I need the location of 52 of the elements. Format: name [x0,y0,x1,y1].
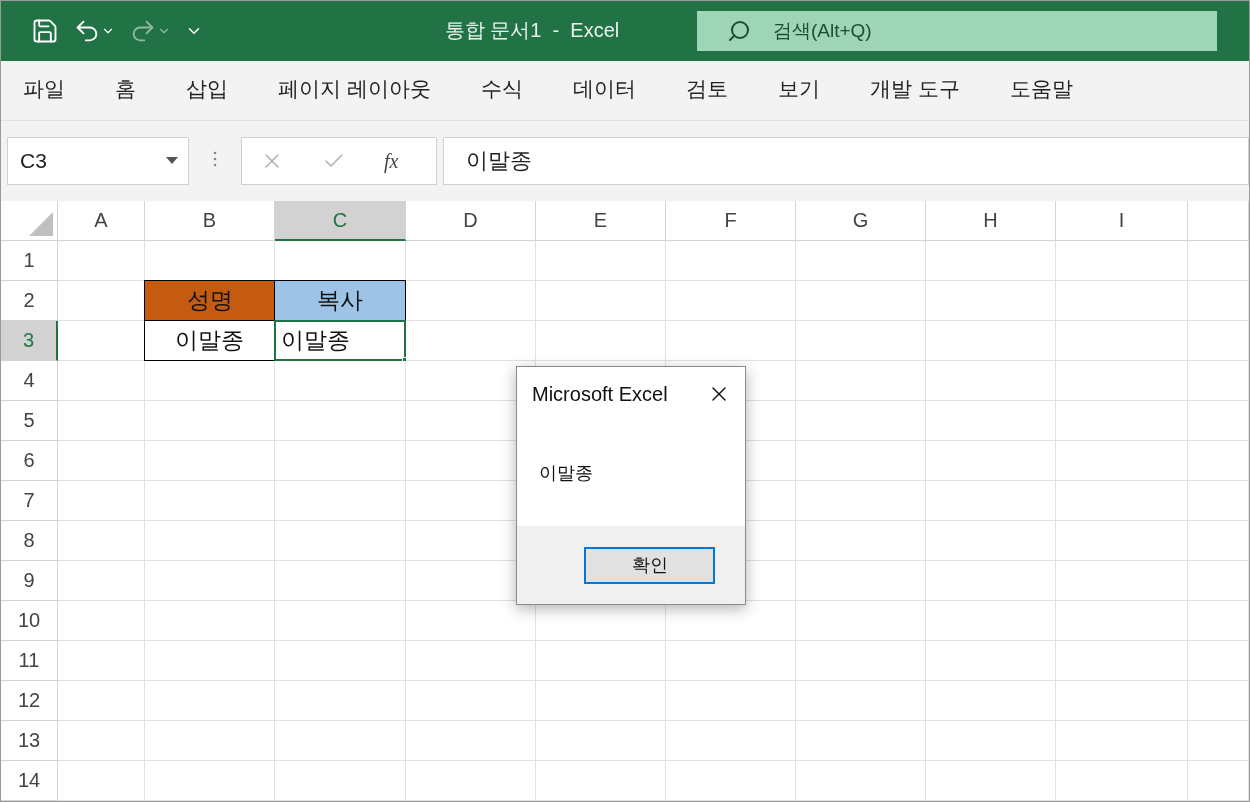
select-all-corner[interactable] [1,201,58,241]
column-header[interactable]: I [1056,201,1188,241]
row-header[interactable]: 4 [1,361,58,401]
dropdown-icon [166,157,178,166]
ok-button[interactable]: 확인 [584,546,715,584]
ribbon-tab[interactable]: 페이지 레이아웃 [278,74,431,106]
ribbon-tab[interactable]: 보기 [777,74,820,106]
row-header[interactable]: 12 [1,681,58,721]
ribbon-tab[interactable]: 삽입 [186,74,228,106]
row-header[interactable]: 2 [1,281,58,321]
column-header[interactable]: B [145,201,275,241]
column-header[interactable]: G [796,201,926,241]
row-header[interactable]: 6 [1,441,58,481]
window-title: 통합 문서1 - Excel [443,18,621,44]
ribbon-tab[interactable]: 파일 [23,74,65,106]
row-header[interactable]: 14 [1,761,58,801]
ribbon-tab[interactable]: 홈 [115,74,136,106]
row-header[interactable]: 7 [1,481,58,521]
ribbon-tab[interactable]: 수식 [480,74,523,106]
ribbon-tab[interactable]: 데이터 [572,74,636,106]
row-header[interactable]: 10 [1,601,58,641]
table-cell[interactable]: 성명 [144,280,275,321]
row-header[interactable]: 8 [1,521,58,561]
column-header[interactable]: A [58,201,145,241]
dialog-message: 이말종 [539,463,593,483]
name-box[interactable]: C3 [7,137,189,186]
search-field[interactable]: 검색(Alt+Q) [697,10,1217,51]
search-placeholder: 검색(Alt+Q) [773,18,872,43]
table-cell[interactable]: 이말종 [144,320,275,361]
column-header[interactable]: F [666,201,796,241]
ribbon-tab[interactable]: 개발 도구 [869,74,960,106]
ribbon-tab[interactable]: 검토 [685,74,728,106]
search-icon [727,18,751,43]
row-header[interactable]: 5 [1,401,58,441]
column-header[interactable]: H [926,201,1056,241]
row-header[interactable]: 1 [1,241,58,281]
row-header[interactable]: 9 [1,561,58,601]
formula-input[interactable]: 이말종 [443,137,1249,186]
ribbon-tab[interactable]: 도움말 [1009,74,1073,106]
row-header[interactable]: 11 [1,641,58,681]
column-header[interactable]: C [275,201,406,241]
select-all-icon [29,212,53,236]
table-cell[interactable]: 복사 [274,280,406,321]
selected-cell[interactable]: 이말종 [274,320,406,361]
insert-function-button[interactable]: fx [384,149,399,173]
more-icon[interactable] [213,150,217,167]
row-header[interactable]: 13 [1,721,58,761]
dialog-title: Microsoft Excel [532,382,668,406]
column-header[interactable]: D [406,201,536,241]
column-header[interactable] [1188,201,1249,241]
row-header[interactable]: 3 [1,321,58,361]
column-header[interactable]: E [536,201,666,241]
